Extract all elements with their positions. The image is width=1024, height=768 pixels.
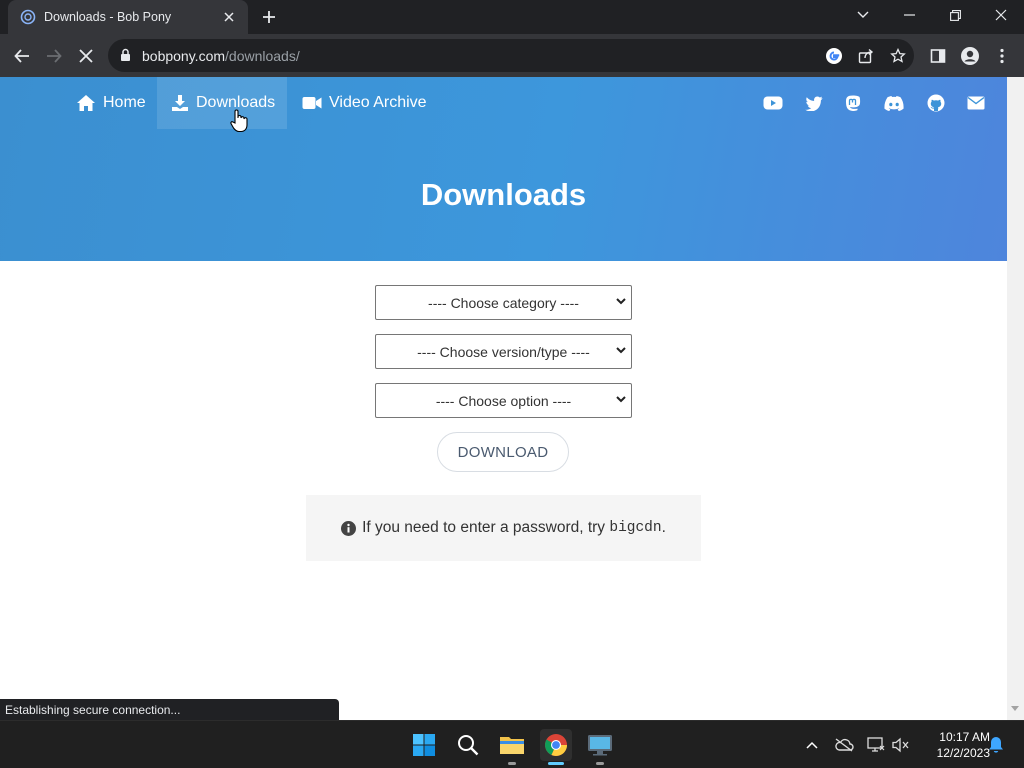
clock-time: 10:17 AM (939, 730, 990, 744)
new-tab-icon[interactable] (258, 6, 280, 28)
url-path: /downloads/ (225, 48, 300, 64)
github-icon[interactable] (925, 93, 947, 113)
password-code: bigcdn (609, 520, 662, 536)
remote-desktop-running-indicator (596, 762, 604, 765)
info-text: If you need to enter a password, try (362, 519, 610, 536)
clock[interactable]: 10:17 AM 12/2/2023 (918, 729, 990, 761)
nav-downloads[interactable]: Downloads (157, 77, 288, 129)
start-icon[interactable] (408, 729, 440, 761)
chevron-down-icon (616, 347, 626, 354)
close-tab-icon[interactable] (220, 8, 238, 26)
file-explorer-icon[interactable] (496, 729, 528, 761)
url-text[interactable]: bobpony.com/downloads/ (142, 48, 300, 64)
back-icon[interactable] (8, 42, 36, 70)
page-scrollbar[interactable] (1007, 77, 1024, 720)
explorer-running-indicator (508, 762, 516, 765)
stop-loading-icon[interactable] (72, 42, 100, 70)
profile-icon[interactable] (956, 42, 984, 70)
mail-icon[interactable] (965, 93, 987, 113)
twitter-icon[interactable] (803, 93, 825, 113)
option-select[interactable]: ---- Choose option ---- (375, 383, 632, 418)
chrome-icon[interactable] (540, 729, 572, 761)
search-icon[interactable] (452, 729, 484, 761)
chevron-down-icon (616, 298, 626, 305)
scroll-down-icon[interactable] (1011, 706, 1019, 711)
home-icon (77, 95, 95, 111)
side-panel-icon[interactable] (924, 42, 952, 70)
address-bar[interactable]: bobpony.com/downloads/ (108, 39, 914, 72)
menu-icon[interactable] (988, 42, 1016, 70)
tab-bar: Downloads - Bob Pony (0, 0, 1024, 34)
chrome-active-indicator (548, 762, 564, 765)
close-window-icon[interactable] (978, 0, 1024, 30)
lock-icon[interactable] (120, 48, 131, 67)
chevron-down-icon (616, 396, 626, 403)
url-host: bobpony.com (142, 48, 226, 64)
category-select[interactable]: ---- Choose category ---- (375, 285, 632, 320)
password-info-box: If you need to enter a password, try big… (306, 495, 701, 561)
mastodon-icon[interactable] (842, 93, 864, 113)
clock-date: 12/2/2023 (936, 746, 990, 760)
site-navbar: Home Downloads Video Archive (0, 77, 1007, 129)
youtube-icon[interactable] (762, 93, 784, 113)
taskbar: 10:17 AM 12/2/2023 (0, 720, 1024, 768)
tab-search-icon[interactable] (840, 0, 886, 30)
google-lens-icon[interactable] (824, 46, 844, 66)
status-bubble: Establishing secure connection... (0, 699, 339, 720)
onedrive-offline-icon[interactable] (834, 735, 854, 755)
nav-video-archive-label: Video Archive (329, 94, 427, 111)
info-icon (341, 520, 357, 536)
nav-home[interactable]: Home (62, 77, 158, 129)
volume-muted-icon[interactable] (891, 735, 911, 755)
page-title: Downloads (420, 177, 587, 212)
tab-title: Downloads - Bob Pony (44, 10, 172, 24)
minimize-icon[interactable] (886, 0, 932, 30)
download-button[interactable]: DOWNLOAD (437, 432, 569, 472)
forward-icon[interactable] (40, 42, 68, 70)
hero-banner: Home Downloads Video Archive Downloads (0, 77, 1007, 261)
restore-icon[interactable] (932, 0, 978, 30)
browser-tab[interactable]: Downloads - Bob Pony (8, 0, 248, 34)
hand-cursor-icon (230, 109, 248, 133)
nav-home-label: Home (103, 94, 146, 111)
category-select-value: ---- Choose category ---- (428, 294, 579, 311)
bookmark-star-icon[interactable] (888, 46, 908, 66)
option-select-value: ---- Choose option ---- (435, 392, 572, 409)
remote-desktop-icon[interactable] (584, 729, 616, 761)
video-icon (302, 97, 322, 109)
browser-toolbar: bobpony.com/downloads/ (0, 34, 1024, 77)
chevron-up-icon[interactable] (802, 735, 822, 755)
version-select-value: ---- Choose version/type ---- (417, 343, 590, 360)
discord-icon[interactable] (883, 93, 905, 113)
share-icon[interactable] (856, 46, 876, 66)
site-favicon-icon (20, 9, 36, 25)
nav-video-archive[interactable]: Video Archive (288, 77, 439, 129)
notification-bell-icon[interactable] (986, 735, 1006, 755)
page-viewport: Home Downloads Video Archive Downloads -… (0, 77, 1007, 720)
info-end: . (661, 519, 666, 536)
version-select[interactable]: ---- Choose version/type ---- (375, 334, 632, 369)
network-icon[interactable] (866, 735, 886, 755)
download-icon (172, 95, 188, 111)
